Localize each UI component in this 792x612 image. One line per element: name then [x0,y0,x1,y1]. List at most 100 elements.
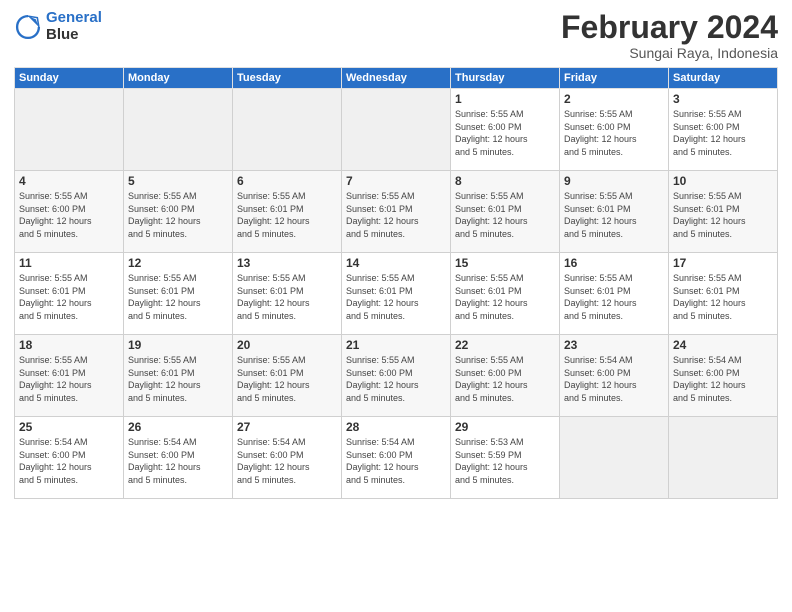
day-info: Sunrise: 5:55 AMSunset: 6:01 PMDaylight:… [673,190,773,240]
day-number: 1 [455,92,555,106]
day-info: Sunrise: 5:55 AMSunset: 6:01 PMDaylight:… [455,190,555,240]
day-info: Sunrise: 5:55 AMSunset: 6:00 PMDaylight:… [346,354,446,404]
weekday-header-sunday: Sunday [15,68,124,89]
day-info: Sunrise: 5:54 AMSunset: 6:00 PMDaylight:… [564,354,664,404]
calendar-cell [342,89,451,171]
logo-line2: Blue [46,27,102,44]
day-number: 7 [346,174,446,188]
calendar-cell: 12Sunrise: 5:55 AMSunset: 6:01 PMDayligh… [124,253,233,335]
page-container: General Blue February 2024 Sungai Raya, … [0,0,792,507]
calendar-cell: 22 Sunrise: 5:55 AMSunset: 6:00 PMDayligh… [451,335,560,417]
calendar-cell: 2 Sunrise: 5:55 AMSunset: 6:00 PMDaylight… [560,89,669,171]
logo-icon [14,13,42,41]
day-info: Sunrise: 5:55 AMSunset: 6:00 PMDaylight:… [455,354,555,404]
day-number: 23 [564,338,664,352]
day-info: Sunrise: 5:55 AMSunset: 6:00 PMDaylight:… [673,108,773,158]
day-number: 21 [346,338,446,352]
calendar-cell: 17 Sunrise: 5:55 AMSunset: 6:01 PMDayligh… [669,253,778,335]
calendar-cell: 6 Sunrise: 5:55 AMSunset: 6:01 PMDaylight… [233,171,342,253]
day-number: 20 [237,338,337,352]
day-info: Sunrise: 5:55 AMSunset: 6:01 PMDaylight:… [19,272,119,322]
day-info: Sunrise: 5:55 AMSunset: 6:01 PMDaylight:… [237,272,337,322]
weekday-header-tuesday: Tuesday [233,68,342,89]
day-info: Sunrise: 5:54 AMSunset: 6:00 PMDaylight:… [673,354,773,404]
calendar-cell: 3Sunrise: 5:55 AMSunset: 6:00 PMDaylight… [669,89,778,171]
weekday-header-wednesday: Wednesday [342,68,451,89]
day-number: 25 [19,420,119,434]
calendar-week-2: 4Sunrise: 5:55 AMSunset: 6:00 PMDaylight… [15,171,778,253]
day-number: 18 [19,338,119,352]
day-info: Sunrise: 5:55 AMSunset: 6:01 PMDaylight:… [128,272,228,322]
day-number: 10 [673,174,773,188]
month-title: February 2024 [561,10,778,45]
logo-text: General Blue [46,10,102,43]
weekday-header-friday: Friday [560,68,669,89]
calendar-cell: 13Sunrise: 5:55 AMSunset: 6:01 PMDayligh… [233,253,342,335]
day-info: Sunrise: 5:54 AMSunset: 6:00 PMDaylight:… [237,436,337,486]
title-block: February 2024 Sungai Raya, Indonesia [561,10,778,61]
calendar-cell [233,89,342,171]
calendar-cell: 24 Sunrise: 5:54 AMSunset: 6:00 PMDayligh… [669,335,778,417]
day-number: 24 [673,338,773,352]
weekday-header-monday: Monday [124,68,233,89]
day-number: 6 [237,174,337,188]
calendar-cell: 9Sunrise: 5:55 AMSunset: 6:01 PMDaylight… [560,171,669,253]
day-number: 4 [19,174,119,188]
calendar-cell: 7 Sunrise: 5:55 AMSunset: 6:01 PMDaylight… [342,171,451,253]
day-number: 5 [128,174,228,188]
calendar-week-5: 25 Sunrise: 5:54 AMSunset: 6:00 PMDayligh… [15,417,778,499]
day-number: 17 [673,256,773,270]
day-number: 22 [455,338,555,352]
calendar-cell [560,417,669,499]
day-info: Sunrise: 5:54 AMSunset: 6:00 PMDaylight:… [128,436,228,486]
calendar-cell: 27 Sunrise: 5:54 AMSunset: 6:00 PMDayligh… [233,417,342,499]
calendar-table: SundayMondayTuesdayWednesdayThursdayFrid… [14,67,778,499]
calendar-cell: 25 Sunrise: 5:54 AMSunset: 6:00 PMDayligh… [15,417,124,499]
calendar-cell: 16 Sunrise: 5:55 AMSunset: 6:01 PMDayligh… [560,253,669,335]
day-info: Sunrise: 5:55 AMSunset: 6:01 PMDaylight:… [346,272,446,322]
day-number: 8 [455,174,555,188]
calendar-cell: 4Sunrise: 5:55 AMSunset: 6:00 PMDaylight… [15,171,124,253]
day-info: Sunrise: 5:55 AMSunset: 6:01 PMDaylight:… [128,354,228,404]
day-info: Sunrise: 5:55 AMSunset: 6:01 PMDaylight:… [455,272,555,322]
day-number: 27 [237,420,337,434]
day-info: Sunrise: 5:55 AMSunset: 6:01 PMDaylight:… [19,354,119,404]
day-number: 26 [128,420,228,434]
day-info: Sunrise: 5:55 AMSunset: 6:01 PMDaylight:… [346,190,446,240]
calendar-cell: 28 Sunrise: 5:54 AMSunset: 6:00 PMDayligh… [342,417,451,499]
day-info: Sunrise: 5:54 AMSunset: 6:00 PMDaylight:… [19,436,119,486]
day-info: Sunrise: 5:54 AMSunset: 6:00 PMDaylight:… [346,436,446,486]
logo: General Blue [14,10,102,43]
calendar-cell: 29Sunrise: 5:53 AMSunset: 5:59 PMDayligh… [451,417,560,499]
header: General Blue February 2024 Sungai Raya, … [14,10,778,61]
calendar-cell: 23 Sunrise: 5:54 AMSunset: 6:00 PMDayligh… [560,335,669,417]
calendar-cell: 15Sunrise: 5:55 AMSunset: 6:01 PMDayligh… [451,253,560,335]
day-info: Sunrise: 5:55 AMSunset: 6:01 PMDaylight:… [564,272,664,322]
day-info: Sunrise: 5:55 AMSunset: 6:01 PMDaylight:… [237,190,337,240]
day-number: 19 [128,338,228,352]
weekday-header-saturday: Saturday [669,68,778,89]
calendar-cell: 8 Sunrise: 5:55 AMSunset: 6:01 PMDaylight… [451,171,560,253]
location-subtitle: Sungai Raya, Indonesia [561,45,778,61]
calendar-cell [669,417,778,499]
calendar-cell: 26 Sunrise: 5:54 AMSunset: 6:00 PMDayligh… [124,417,233,499]
calendar-cell: 19 Sunrise: 5:55 AMSunset: 6:01 PMDayligh… [124,335,233,417]
day-number: 28 [346,420,446,434]
day-info: Sunrise: 5:55 AMSunset: 6:01 PMDaylight:… [237,354,337,404]
day-number: 16 [564,256,664,270]
day-number: 9 [564,174,664,188]
weekday-header-thursday: Thursday [451,68,560,89]
day-number: 29 [455,420,555,434]
logo-line1: General [46,10,102,27]
calendar-week-3: 11Sunrise: 5:55 AMSunset: 6:01 PMDayligh… [15,253,778,335]
day-number: 2 [564,92,664,106]
day-info: Sunrise: 5:55 AMSunset: 6:00 PMDaylight:… [564,108,664,158]
calendar-cell: 1Sunrise: 5:55 AMSunset: 6:00 PMDaylight… [451,89,560,171]
calendar-cell: 18 Sunrise: 5:55 AMSunset: 6:01 PMDayligh… [15,335,124,417]
calendar-cell: 10 Sunrise: 5:55 AMSunset: 6:01 PMDayligh… [669,171,778,253]
calendar-cell: 21 Sunrise: 5:55 AMSunset: 6:00 PMDayligh… [342,335,451,417]
calendar-cell [124,89,233,171]
day-info: Sunrise: 5:55 AMSunset: 6:01 PMDaylight:… [673,272,773,322]
calendar-cell: 14Sunrise: 5:55 AMSunset: 6:01 PMDayligh… [342,253,451,335]
calendar-cell [15,89,124,171]
